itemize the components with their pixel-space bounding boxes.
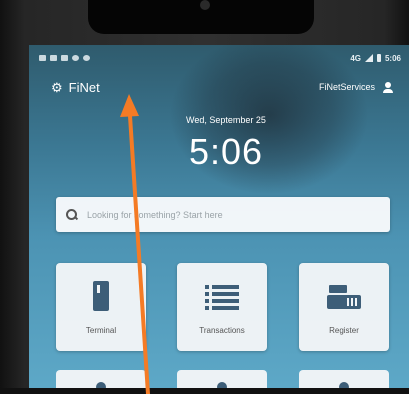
user-icon (383, 81, 393, 93)
tablet-screen: 4G 5:06 ⚙ FiNet FiNetServices Wed, Septe… (29, 45, 409, 394)
clock-widget: Wed, September 25 5:06 (29, 115, 409, 173)
notification-icon (50, 55, 57, 61)
gear-icon: ⚙ (51, 79, 63, 95)
tile-transactions[interactable]: Transactions (177, 263, 267, 351)
app-brand[interactable]: ⚙ FiNet (51, 80, 100, 95)
notification-icons (39, 55, 90, 61)
notification-icon (61, 55, 68, 61)
device-camera-notch (88, 0, 314, 34)
search-input[interactable] (85, 208, 369, 221)
search-bar[interactable] (56, 197, 390, 232)
time-label: 5:06 (188, 131, 264, 172)
tile-label: Register (329, 326, 359, 335)
tile-terminal[interactable]: Terminal (56, 263, 146, 351)
cash-register-icon (327, 285, 361, 313)
date-label: Wed, September 25 (186, 115, 266, 125)
lock-icon (72, 55, 79, 61)
signal-icon (364, 54, 373, 62)
list-icon (205, 285, 239, 311)
notification-icon (39, 55, 46, 61)
app-bar: ⚙ FiNet FiNetServices (51, 77, 393, 97)
status-time: 5:06 (384, 53, 401, 63)
tile-label: Terminal (85, 326, 117, 335)
app-name: FiNet (68, 79, 100, 95)
device-photo: 4G 5:06 ⚙ FiNet FiNetServices Wed, Septe… (0, 0, 409, 394)
account-name: FiNetServices (318, 82, 375, 92)
device-bezel (0, 388, 409, 394)
tile-label: Transactions (199, 326, 245, 335)
account-menu[interactable]: FiNetServices (318, 81, 393, 93)
network-type: 4G (350, 53, 361, 63)
status-bar: 4G 5:06 (39, 51, 401, 65)
terminal-icon (93, 281, 109, 311)
settings-notification-icon (83, 55, 90, 61)
search-icon (66, 209, 77, 220)
battery-icon (376, 54, 381, 62)
status-right: 4G 5:06 (350, 54, 401, 63)
tile-register[interactable]: Register (299, 263, 389, 351)
